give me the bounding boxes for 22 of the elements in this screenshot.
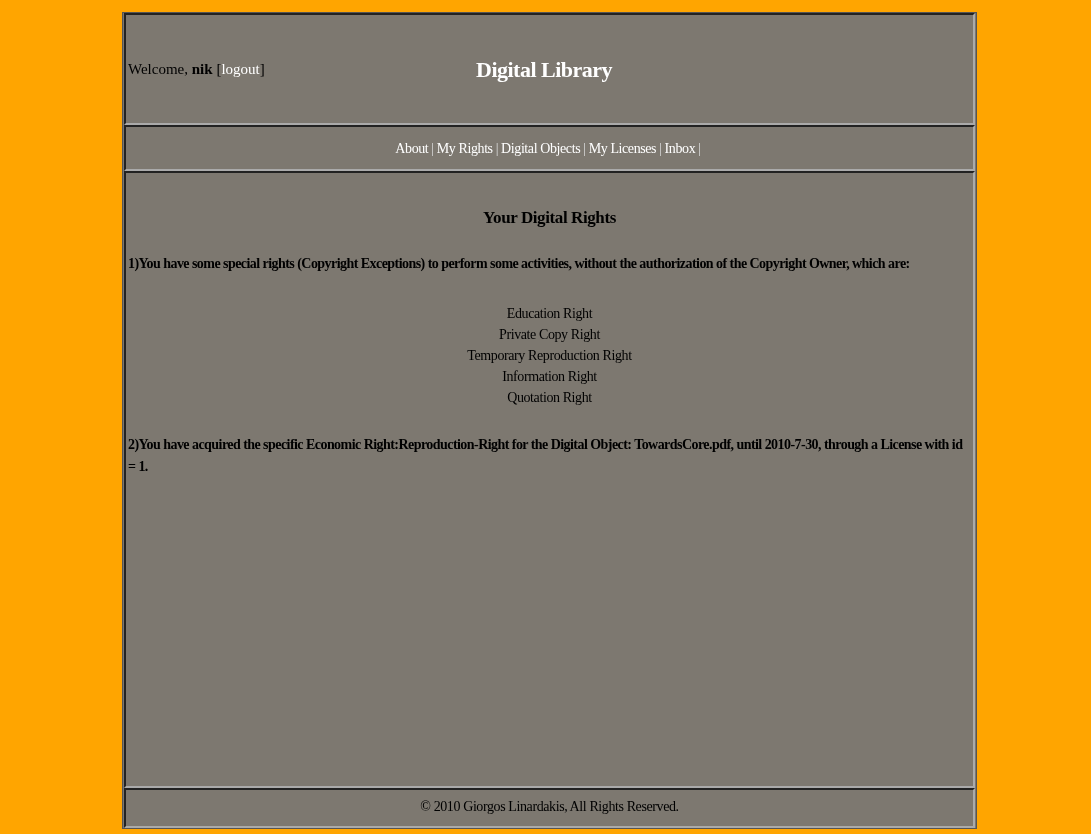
right-item: Quotation Right	[507, 389, 592, 405]
acquired-right-text: 2)You have acquired the specific Economic Right:Reproduction-Right for the Digital Object: TowardsCore.pdf, until 2010-7-30, through a License with id = 1.	[128, 435, 964, 476]
nav-link[interactable]: My Rights	[436, 137, 493, 159]
nav-link[interactable]: Digital Objects	[501, 137, 581, 159]
nav-separator: |	[431, 139, 434, 158]
right-item: Education Right	[506, 305, 593, 321]
logout-link[interactable]: logout	[221, 60, 260, 77]
right-item: Private Copy Right	[499, 326, 600, 342]
nav-separator: |	[583, 139, 586, 158]
nav-link[interactable]: About	[395, 137, 429, 159]
right-item: Information Right	[502, 368, 597, 384]
right-item: Temporary Reproduction Right	[467, 347, 632, 363]
rights-intro-text: 1)You have some special rights (Copyright Exceptions) to perform some activities, without the authorization of the Copyright Owner, which are:	[128, 254, 911, 273]
welcome-text: Welcome, nik [logout]	[127, 59, 266, 79]
nav-link[interactable]: Inbox	[664, 137, 696, 159]
nav-link[interactable]: My Licenses	[588, 137, 657, 159]
page-heading: Your Digital Rights	[482, 207, 617, 229]
site-title: Digital Library	[476, 55, 613, 84]
copyright-text: © 2010 Giorgos Linardakis, All Rights Reserved.	[420, 799, 679, 814]
nav-separator: |	[495, 139, 499, 158]
nav-separator: |	[659, 139, 662, 158]
nav-separator: |	[698, 139, 701, 158]
